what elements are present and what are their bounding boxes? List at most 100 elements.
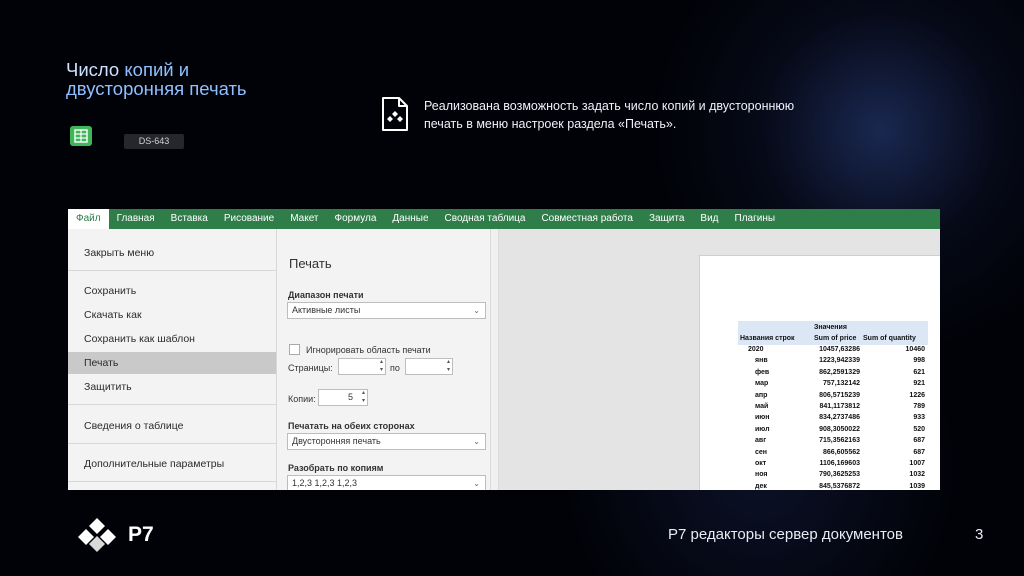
print-range-label: Диапазон печати <box>288 290 364 300</box>
row-sum-price: 841,1173812 <box>819 403 861 410</box>
pages-to-value <box>406 361 410 371</box>
spreadsheet-icon <box>70 126 92 146</box>
collate-select[interactable]: 1,2,3 1,2,3 1,2,3 ⌄ <box>287 475 486 490</box>
pages-to-input[interactable]: ▴ ▾ <box>405 358 453 375</box>
r7-logo <box>74 517 120 553</box>
file-save[interactable]: Сохранить <box>68 280 276 302</box>
menu-data[interactable]: Данные <box>384 209 436 229</box>
copies-value: 5 <box>347 392 353 402</box>
menu-protection[interactable]: Защита <box>641 209 692 229</box>
feature-description: Реализована возможность задать число коп… <box>424 97 864 133</box>
pages-to-label: по <box>390 363 400 373</box>
menu-bar: Файл Главная Вставка Рисование Макет Фор… <box>68 209 940 229</box>
row-name: ноя <box>755 471 768 479</box>
row-sum-quantity: 1007 <box>909 460 925 467</box>
file-advanced[interactable]: Дополнительные параметры <box>68 453 276 475</box>
menu-draw[interactable]: Рисование <box>216 209 282 229</box>
page-number: 3 <box>975 526 984 543</box>
row-name: июл <box>755 425 770 433</box>
menu-insert[interactable]: Вставка <box>163 209 216 229</box>
row-sum-price: 866,605562 <box>823 448 860 456</box>
print-range-value: Активные листы <box>292 305 361 315</box>
col-sum-price: Sum of price <box>814 335 857 342</box>
description-line2: печать в меню настроек раздела «Печать». <box>424 117 677 131</box>
file-menu-panel: Закрыть меню Сохранить Скачать как Сохра… <box>68 229 277 490</box>
chevron-down-icon: ⌄ <box>473 306 480 315</box>
row-name: окт <box>755 460 767 467</box>
print-preview-area: Значения Названия строк Sum of price Sum… <box>499 229 940 490</box>
settings-scrollbar[interactable] <box>490 229 499 490</box>
row-name: май <box>755 403 769 410</box>
preview-page: Значения Названия строк Sum of price Sum… <box>699 255 940 490</box>
print-title: Печать <box>289 256 332 271</box>
menu-home[interactable]: Главная <box>109 209 163 229</box>
row-sum-price: 1223,942339 <box>819 357 860 365</box>
row-name: мар <box>755 380 769 388</box>
pages-from-value <box>339 361 343 371</box>
row-sum-quantity: 933 <box>913 414 925 422</box>
row-sum-price: 862,2591329 <box>819 368 860 376</box>
description-line1: Реализована возможность задать число коп… <box>424 99 795 113</box>
file-download-as[interactable]: Скачать как <box>68 304 276 326</box>
row-sum-price: 834,2737486 <box>819 414 860 422</box>
menu-file[interactable]: Файл <box>68 209 109 229</box>
row-sum-quantity: 998 <box>913 357 925 365</box>
slide-title-part2: копий и <box>124 59 190 80</box>
row-sum-quantity: 520 <box>913 425 925 433</box>
file-protect[interactable]: Защитить <box>68 376 276 398</box>
row-sum-quantity: 687 <box>913 448 925 456</box>
row-name: апр <box>755 391 768 399</box>
row-name: 2020 <box>748 346 764 353</box>
pages-label: Страницы: <box>288 363 333 373</box>
pages-from-input[interactable]: ▴ ▾ <box>338 358 386 375</box>
divider <box>68 443 276 444</box>
editor-window: Файл Главная Вставка Рисование Макет Фор… <box>68 209 940 490</box>
copies-input[interactable]: 5 ▴ ▾ <box>318 389 368 406</box>
file-close-menu[interactable]: Закрыть меню <box>68 242 276 264</box>
logo-text: Р7 <box>128 523 154 546</box>
duplex-select[interactable]: Двусторонняя печать ⌄ <box>287 433 486 450</box>
row-sum-price: 806,5715239 <box>819 391 860 399</box>
divider <box>68 404 276 405</box>
row-sum-price: 757,132142 <box>823 380 860 388</box>
row-sum-quantity: 1032 <box>909 471 925 479</box>
ignore-print-area-checkbox[interactable] <box>289 344 300 355</box>
slide-title-line2: двусторонняя печать <box>66 78 247 99</box>
row-sum-price: 908,3050022 <box>819 425 860 433</box>
menu-view[interactable]: Вид <box>692 209 726 229</box>
menu-formula[interactable]: Формула <box>327 209 385 229</box>
row-sum-quantity: 1039 <box>909 482 925 490</box>
divider <box>68 270 276 271</box>
file-info[interactable]: Сведения о таблице <box>68 415 276 437</box>
slide-title: Число копий и двусторонняя печать <box>66 60 247 98</box>
menu-layout[interactable]: Макет <box>282 209 326 229</box>
file-print[interactable]: Печать <box>68 352 276 374</box>
row-sum-quantity: 621 <box>913 368 925 376</box>
row-name: фев <box>755 368 770 376</box>
menu-pivot[interactable]: Сводная таблица <box>437 209 534 229</box>
row-name: сен <box>755 448 768 456</box>
row-sum-quantity: 1226 <box>909 391 925 399</box>
row-sum-price: 845,5376872 <box>819 482 860 490</box>
menu-plugins[interactable]: Плагины <box>727 209 784 229</box>
collate-label: Разобрать по копиям <box>288 463 384 473</box>
collate-value: 1,2,3 1,2,3 1,2,3 <box>292 478 358 488</box>
row-sum-price: 790,3625253 <box>819 471 860 479</box>
file-save-template[interactable]: Сохранить как шаблон <box>68 328 276 350</box>
row-sum-price: 10457,63286 <box>819 346 860 353</box>
document-icon <box>380 96 410 132</box>
spinner-icon: ▴ ▾ <box>361 390 365 404</box>
duplex-value: Двусторонняя печать <box>292 436 381 446</box>
row-sum-quantity: 687 <box>913 437 925 445</box>
row-name: янв <box>755 357 768 365</box>
col-sum-quantity: Sum of quantity <box>863 335 916 342</box>
copies-label: Копии: <box>288 394 316 404</box>
row-sum-price: 1106,169603 <box>819 460 861 467</box>
spinner-icon: ▴ ▾ <box>379 359 383 373</box>
menu-collaboration[interactable]: Совместная работа <box>533 209 641 229</box>
spinner-icon: ▴ ▾ <box>446 359 450 373</box>
footer-text: Р7 редакторы сервер документов <box>668 526 903 543</box>
print-range-select[interactable]: Активные листы ⌄ <box>287 302 486 319</box>
task-tag: DS-643 <box>124 134 184 149</box>
row-name: авг <box>755 437 767 445</box>
